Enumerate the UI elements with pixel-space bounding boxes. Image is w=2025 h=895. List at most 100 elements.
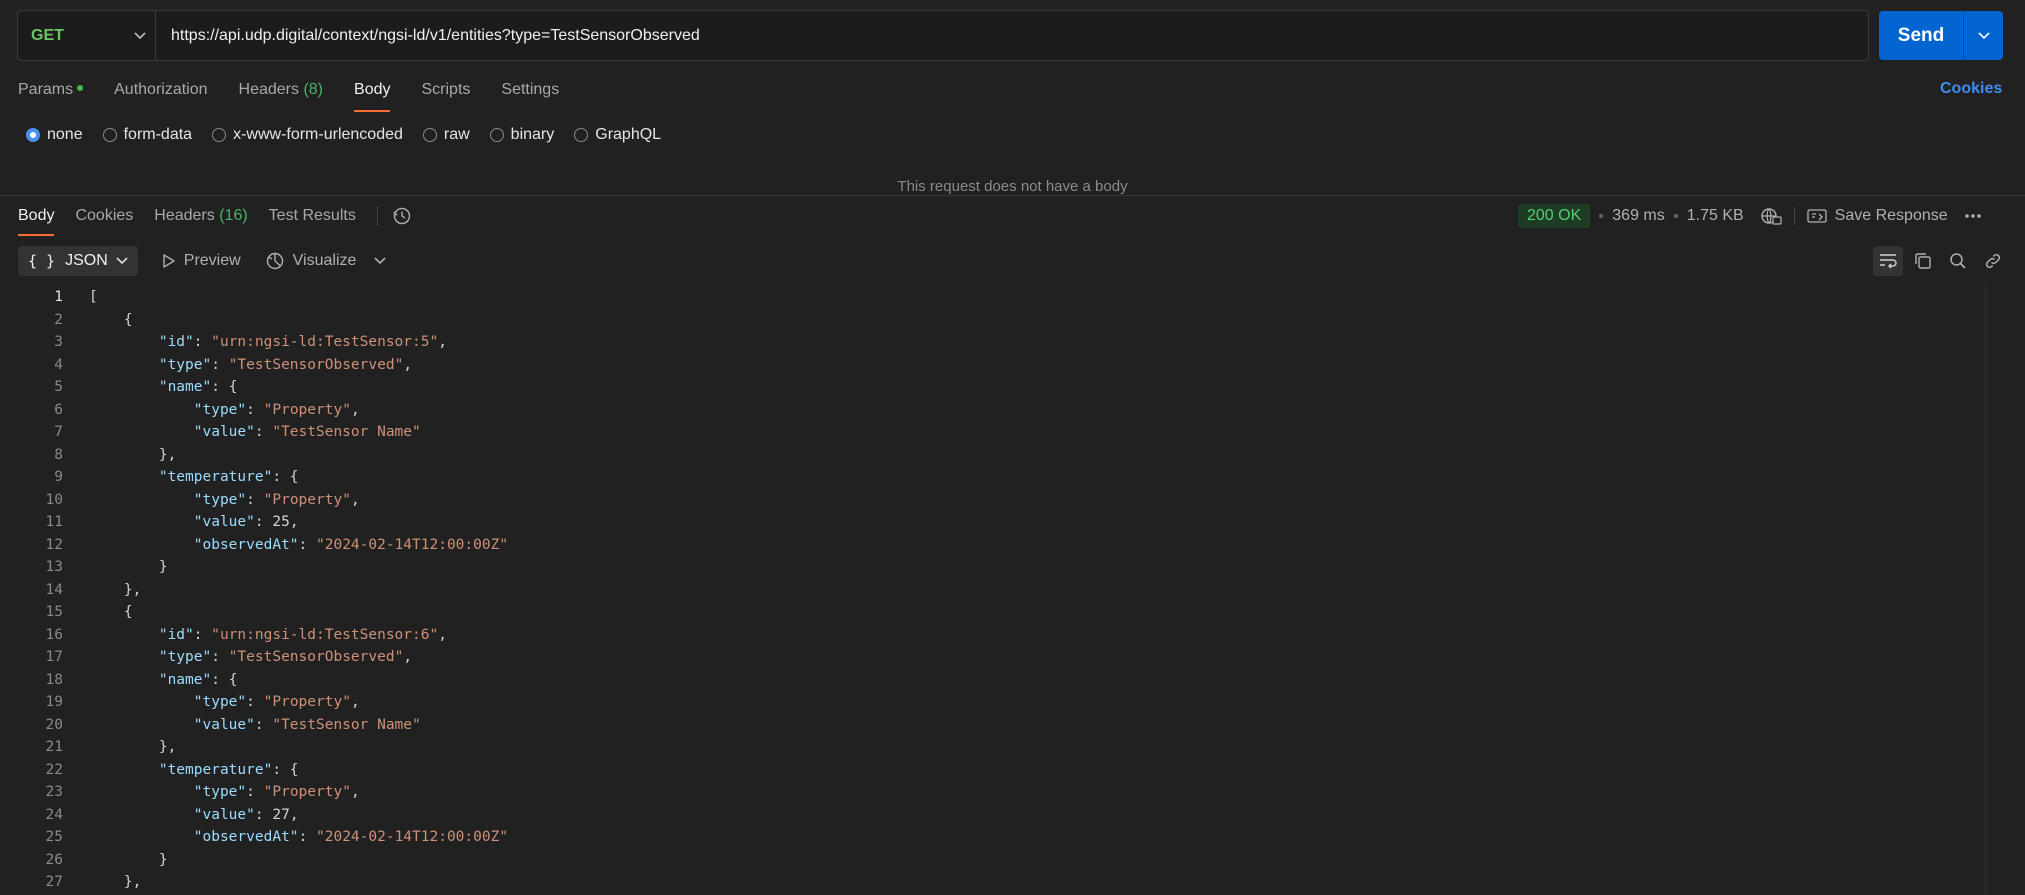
code-token: { [89,311,133,328]
search-button[interactable] [1943,246,1973,276]
tab-authorization[interactable]: Authorization [114,80,207,112]
code-token: "id" [158,334,194,350]
url-input[interactable]: https://api.udp.digital/context/ngsi-ld/… [156,27,1868,45]
request-tabs: Params Authorization Headers (8) Body Sc… [18,80,590,112]
line-number: 17 [45,649,63,665]
response-body-viewer[interactable]: 1[2 {3 "id": "urn:ngsi-ld:TestSensor:5",… [0,286,1985,895]
code-token: "temperature" [158,761,273,778]
code-text: { [63,309,133,332]
response-time[interactable]: 369 ms [1612,207,1664,225]
radio-none[interactable]: none [26,126,83,144]
code-line: 13 } [0,556,1985,579]
play-icon [162,253,184,269]
code-text: "name": { [63,376,238,399]
separator-dot [1673,214,1678,218]
globe-icon[interactable] [1760,207,1782,225]
copy-button[interactable] [1908,246,1938,276]
tab-response-headers[interactable]: Headers (16) [154,206,247,236]
pane-divider[interactable] [0,195,2025,196]
line-number: 5 [54,379,63,395]
wrap-button[interactable] [1873,246,1903,276]
send-button[interactable]: Send [1879,11,1963,60]
search-icon [1949,252,1967,270]
tab-test-results[interactable]: Test Results [269,206,356,236]
code-line: 26 } [0,849,1985,872]
code-token: 27 [272,806,290,823]
tab-headers[interactable]: Headers (8) [239,80,324,112]
radio-urlencoded[interactable]: x-www-form-urlencoded [212,126,403,144]
code-token: , [289,806,299,823]
visualize-dropdown[interactable] [374,257,394,265]
code-token: "type" [193,401,247,418]
scrollbar[interactable] [1985,286,2007,895]
tab-scripts[interactable]: Scripts [421,80,470,112]
tab-params[interactable]: Params [18,80,84,112]
code-token: { [89,604,133,620]
line-number: 9 [54,469,63,485]
code-token: [ [89,289,98,305]
code-token: , [350,784,360,800]
status-badge[interactable]: 200 OK [1518,204,1591,228]
code-text: }, [63,736,176,759]
code-line: 4 "type": "TestSensorObserved", [0,354,1985,377]
visualize-button[interactable]: Visualize [265,251,356,271]
code-token: : [246,491,264,508]
code-token: : [254,424,273,440]
code-token: : [246,401,264,418]
radio-label: binary [510,126,555,143]
line-number: 16 [45,626,63,643]
response-size[interactable]: 1.75 KB [1687,207,1744,225]
code-token: : [254,806,273,823]
radio-graphql[interactable]: GraphQL [574,126,661,144]
method-select[interactable]: GET [18,11,156,60]
code-line: 5 "name": { [0,376,1985,399]
chevron-down-icon [1977,27,1990,45]
code-token: "Property" [263,401,351,418]
radio-form-data[interactable]: form-data [102,126,192,144]
format-select[interactable]: { } JSON [18,246,138,276]
tab-response-body[interactable]: Body [18,206,55,236]
save-response-button[interactable]: Save Response [1807,207,1948,225]
code-token: }, [89,739,177,755]
line-number: 25 [45,829,63,845]
code-token: "TestSensorObserved" [228,356,404,373]
tab-label: Scripts [421,81,471,98]
chevron-down-icon [374,257,394,265]
preview-button[interactable]: Preview [162,252,241,270]
line-number: 4 [54,356,63,373]
visualize-icon [265,251,293,271]
link-button[interactable] [1978,246,2008,276]
code-token: "2024-02-14T12:00:00Z" [316,536,509,553]
tab-response-cookies[interactable]: Cookies [75,206,133,236]
code-line: 25 "observedAt": "2024-02-14T12:00:00Z" [0,826,1985,849]
tab-label: Authorization [114,81,208,98]
line-number: 8 [54,446,63,463]
tab-body[interactable]: Body [354,80,391,112]
code-token: : [246,784,264,800]
radio-binary[interactable]: binary [489,126,555,144]
code-token: : [298,536,316,553]
tab-settings[interactable]: Settings [501,80,559,112]
cookies-link[interactable]: Cookies [1940,80,2002,98]
more-icon[interactable] [1964,213,1982,219]
send-options-button[interactable] [1963,11,2003,60]
code-token: , [350,491,360,508]
radio-icon [574,128,589,142]
code-token: : { [272,469,299,485]
code-text: "observedAt": "2024-02-14T12:00:00Z" [63,826,508,849]
radio-icon [212,128,227,142]
braces-icon: { } [28,252,56,270]
code-token: "value" [193,716,255,733]
code-token: "value" [193,424,255,440]
divider [376,206,378,226]
history-button[interactable] [392,206,412,236]
response-actions [1868,246,2008,276]
radio-icon [102,128,117,142]
radio-raw[interactable]: raw [422,126,470,144]
